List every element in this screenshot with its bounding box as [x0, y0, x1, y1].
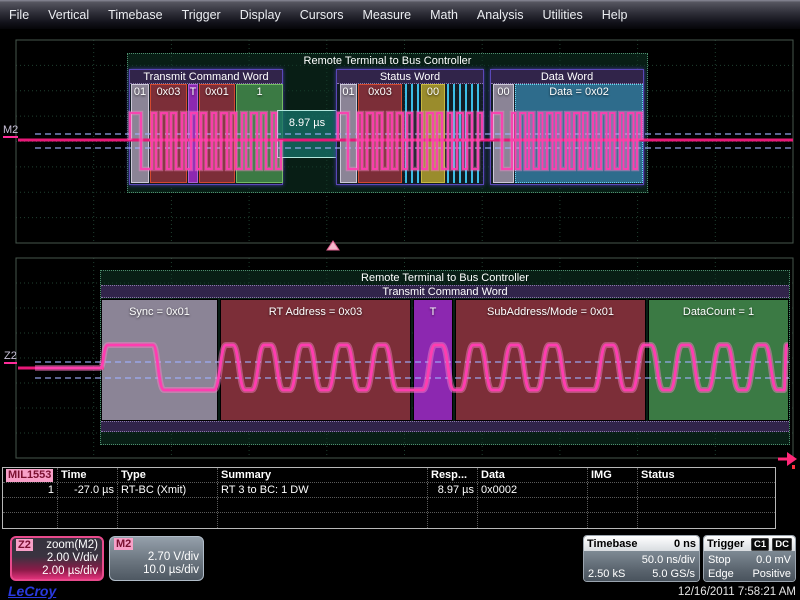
field-cmd-subaddr: 0x01 [199, 84, 235, 183]
response-time-annotation: 8.97 µs [277, 110, 337, 158]
z2-descriptor-box[interactable]: Z2 zoom(M2) 2.00 V/div 2.00 µs/div [10, 536, 104, 581]
timebase-scale: 50.0 ns/div [642, 554, 695, 566]
zfield-tr: T [413, 299, 453, 421]
col-resp: Resp... [428, 468, 478, 482]
field-status-rtaddr: 0x03 [358, 84, 402, 183]
menu-cursors[interactable]: Cursors [300, 8, 344, 22]
lecroy-logo: LeCroy [8, 583, 56, 599]
menu-trigger[interactable]: Trigger [182, 8, 221, 22]
datetime-display: 12/16/2011 7:58:21 AM [678, 586, 796, 598]
word-box-command: Transmit Command Word 01 0x03 T 0x01 1 [129, 69, 283, 185]
timebase-rate: 5.0 GS/s [652, 568, 695, 580]
z2-tdiv: 2.00 µs/div [42, 565, 98, 577]
m2-descriptor-box[interactable]: M2 2.70 V/div 10.0 µs/div [109, 536, 204, 581]
field-cmd-tr: T [188, 84, 198, 183]
col-time: Time [58, 468, 118, 482]
menu-file[interactable]: File [9, 8, 29, 22]
decode-table-header: MIL1553 Time Type Summary Resp... Data I… [3, 468, 775, 483]
menu-help[interactable]: Help [602, 8, 628, 22]
col-data: Data [478, 468, 588, 482]
table-scroll-mark-icon [792, 465, 795, 469]
zfield-datacount: DataCount = 1 [648, 299, 789, 421]
timebase-record: 2.50 kS [588, 568, 625, 580]
menu-timebase[interactable]: Timebase [108, 8, 162, 22]
zfield-sync: Sync = 0x01 [101, 299, 218, 421]
zfield-subaddress: SubAddress/Mode = 0x01 [455, 299, 646, 421]
trigger-source-badge: C1 [751, 538, 769, 551]
timebase-offset: 0 ns [674, 538, 696, 550]
zoom-word-title: Transmit Command Word [101, 285, 789, 298]
table-row-empty [3, 513, 775, 528]
menu-display[interactable]: Display [240, 8, 281, 22]
trigger-box[interactable]: Trigger C1 DC Stop 0.0 mV Edge Positive [703, 535, 796, 582]
zoom-frame-title: Remote Terminal to Bus Controller [101, 271, 789, 284]
m2-badge: M2 [114, 538, 133, 550]
word-title-status: Status Word [337, 70, 483, 84]
menu-measure[interactable]: Measure [362, 8, 411, 22]
decode-protocol-tab[interactable]: MIL1553 [3, 468, 58, 482]
col-img: IMG [588, 468, 638, 482]
col-status: Status [638, 468, 777, 482]
z2-title: zoom(M2) [46, 539, 98, 551]
timebase-label: Timebase [587, 538, 638, 550]
trigger-slope: Positive [752, 568, 791, 580]
m2-vdiv: 2.70 V/div [148, 551, 199, 563]
zoom-frame-bottom-band [101, 421, 789, 432]
timebase-box[interactable]: Timebase 0 ns 50.0 ns/div 2.50 kS 5.0 GS… [583, 535, 700, 582]
menu-utilities[interactable]: Utilities [542, 8, 582, 22]
col-summary: Summary [218, 468, 428, 482]
trigger-label: Trigger [707, 538, 744, 550]
field-status-flags: 00 [421, 84, 445, 183]
field-status-sync: 01 [340, 84, 357, 183]
decode-table: MIL1553 Time Type Summary Resp... Data I… [2, 467, 776, 529]
oscilloscope-screen: File Vertical Timebase Trigger Display C… [0, 0, 800, 600]
m2-tdiv: 10.0 µs/div [143, 564, 199, 576]
zfield-rtaddress: RT Address = 0x03 [220, 299, 411, 421]
menu-bar: File Vertical Timebase Trigger Display C… [0, 0, 800, 30]
field-cmd-sync: 01 [131, 84, 149, 183]
word-title-data: Data Word [491, 70, 643, 84]
trigger-offscreen-arrow-icon [778, 452, 797, 466]
field-data-value: Data = 0x02 [515, 84, 643, 183]
trigger-position-icon [327, 241, 339, 250]
table-row-empty [3, 498, 775, 513]
z2-vdiv: 2.00 V/div [47, 552, 98, 564]
z2-badge: Z2 [16, 539, 33, 551]
channel-label-m2[interactable]: M2 [3, 124, 18, 136]
word-box-data: Data Word 00 Data = 0x02 [490, 69, 644, 185]
trigger-mode: Stop [708, 554, 731, 566]
field-cmd-rtaddr: 0x03 [150, 84, 187, 183]
channel-label-z2[interactable]: Z2 [4, 350, 17, 362]
menu-math[interactable]: Math [430, 8, 458, 22]
col-type: Type [118, 468, 218, 482]
trigger-coupling-badge: DC [772, 538, 792, 551]
word-title-command: Transmit Command Word [130, 70, 282, 84]
trigger-kind: Edge [708, 568, 734, 580]
table-row[interactable]: 1 -27.0 µs RT-BC (Xmit) RT 3 to BC: 1 DW… [3, 483, 775, 498]
menu-analysis[interactable]: Analysis [477, 8, 524, 22]
top-frame-title: Remote Terminal to Bus Controller [128, 54, 647, 67]
word-box-status: Status Word 01 0x03 00 [336, 69, 484, 185]
field-data-sync: 00 [493, 84, 514, 183]
menu-vertical[interactable]: Vertical [48, 8, 89, 22]
field-cmd-datacount: 1 [236, 84, 283, 183]
trigger-level: 0.0 mV [756, 554, 791, 566]
zoom-decode-frame: Remote Terminal to Bus Controller Transm… [100, 270, 790, 445]
